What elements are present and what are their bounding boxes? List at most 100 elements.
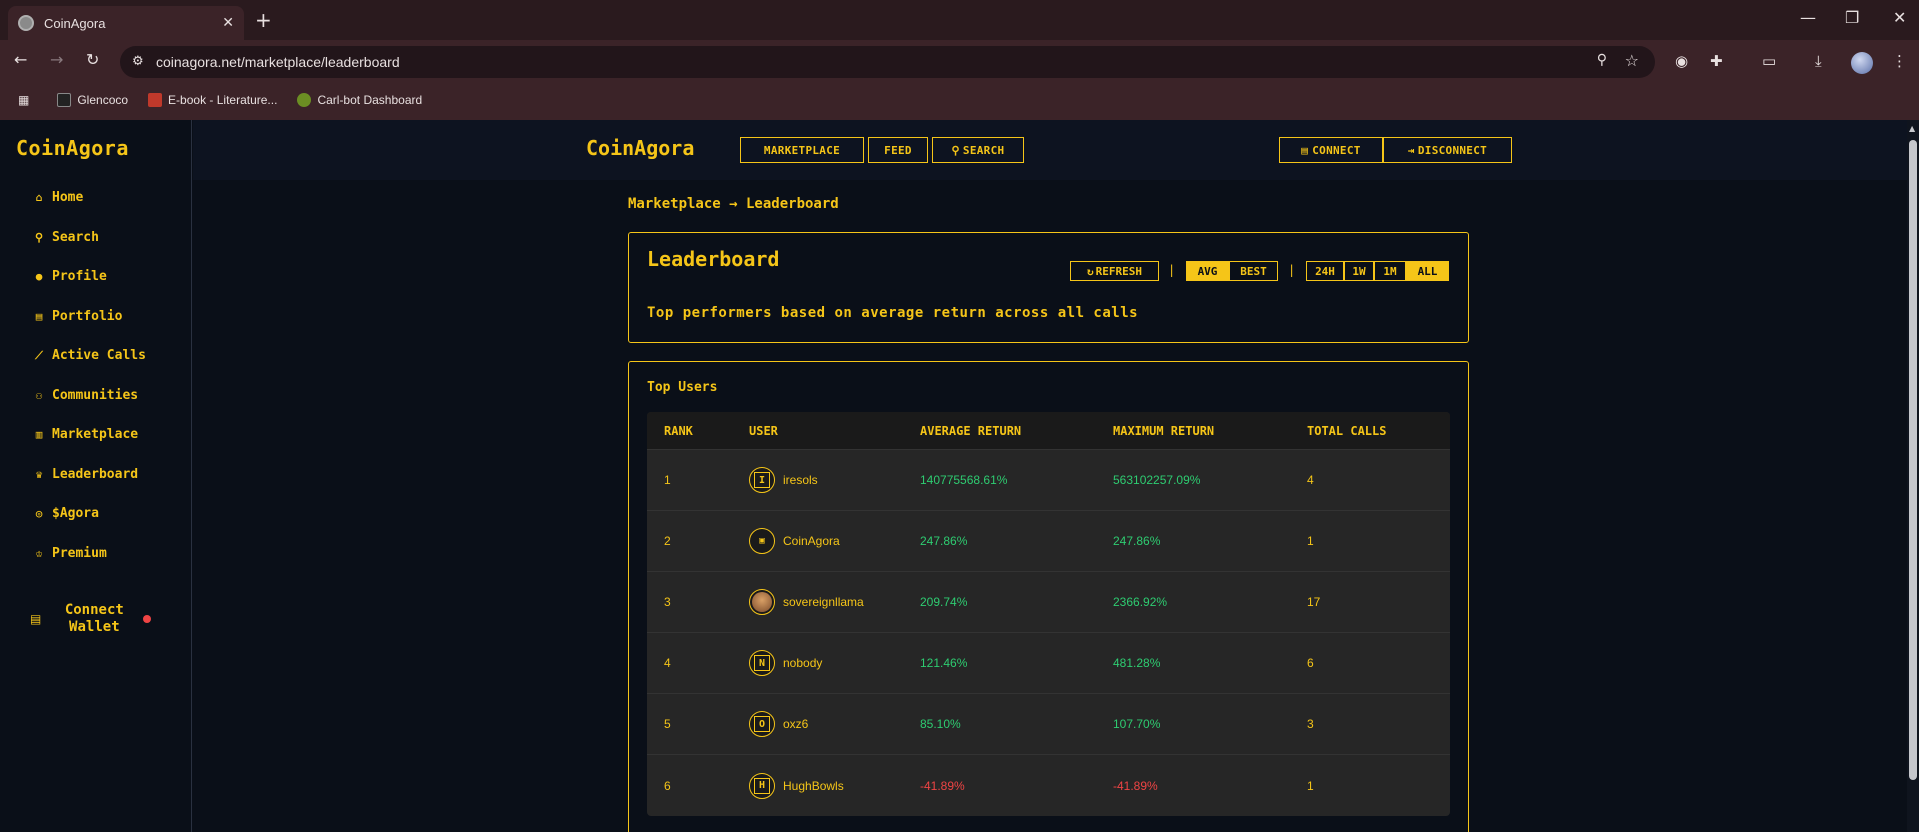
apps-icon[interactable]: ▦ bbox=[18, 93, 29, 107]
username[interactable]: iresols bbox=[783, 473, 818, 487]
sidebar-item-leaderboard[interactable]: ♛ Leaderboard bbox=[30, 455, 146, 495]
time-1m-button[interactable]: 1M bbox=[1374, 261, 1406, 281]
page-scrollbar[interactable]: ▲ bbox=[1907, 120, 1919, 832]
column-header[interactable]: USER bbox=[749, 424, 778, 438]
g-icon bbox=[57, 93, 72, 107]
user-cell[interactable]: Ooxz6 bbox=[749, 711, 808, 737]
rank-cell: 6 bbox=[664, 778, 671, 793]
top-brand[interactable]: CoinAgora bbox=[586, 136, 694, 160]
coins-icon: ◎ bbox=[35, 507, 43, 521]
close-tab-icon[interactable]: ✕ bbox=[222, 15, 234, 31]
search-button[interactable]: ⚲ SEARCH bbox=[932, 137, 1024, 163]
sidebar-item-profile[interactable]: ● Profile bbox=[30, 257, 146, 297]
sidebar-item-home[interactable]: ⌂ Home bbox=[30, 178, 146, 218]
sidebar-item-label: Active Calls bbox=[52, 348, 146, 364]
sidebar-item-label: Portfolio bbox=[52, 308, 123, 324]
sidebar-item-marketplace[interactable]: ▥ Marketplace bbox=[30, 415, 146, 455]
column-header[interactable]: MAXIMUM RETURN bbox=[1113, 424, 1214, 438]
bookmark-glencoco[interactable]: Glencoco bbox=[57, 93, 128, 107]
browser-tab[interactable]: CoinAgora ✕ bbox=[8, 6, 244, 40]
download-icon[interactable]: ⤓ bbox=[1815, 52, 1822, 70]
browser-chrome: CoinAgora ✕ + — ❐ ✕ ← → ↻ ⚙ coinagora.ne… bbox=[0, 0, 1919, 120]
scroll-up-icon[interactable]: ▲ bbox=[1909, 124, 1915, 133]
sidebar-brand[interactable]: CoinAgora bbox=[16, 136, 129, 160]
sidebar-item-portfolio[interactable]: ▤ Portfolio bbox=[30, 297, 146, 337]
search-icon: ⚲ bbox=[951, 143, 960, 157]
metric-avg-button[interactable]: AVG bbox=[1186, 261, 1229, 281]
close-window-icon[interactable]: ✕ bbox=[1893, 8, 1906, 27]
avatar: O bbox=[749, 711, 775, 737]
sidebar-item-communities[interactable]: ⚇ Communities bbox=[30, 376, 146, 416]
table-row[interactable]: 1 Iiresols 140775568.61% 563102257.09% 4 bbox=[647, 450, 1450, 511]
breadcrumb[interactable]: Marketplace → Leaderboard bbox=[628, 196, 839, 212]
table-row[interactable]: 3 sovereignllama 209.74% 2366.92% 17 bbox=[647, 572, 1450, 633]
avatar bbox=[749, 589, 775, 615]
tab-title: CoinAgora bbox=[44, 15, 106, 31]
top-navbar: CoinAgora MARKETPLACE FEED ⚲ SEARCH ▤ CONN… bbox=[193, 120, 1907, 180]
connect-wallet-button[interactable]: ▤ Connect Wallet bbox=[30, 602, 170, 636]
sidebar-item-agora[interactable]: ◎ $Agora bbox=[30, 494, 146, 534]
trophy-icon: ♛ bbox=[35, 467, 43, 481]
bookmark-star-icon[interactable]: ☆ bbox=[1625, 51, 1639, 70]
username[interactable]: HughBowls bbox=[783, 779, 844, 793]
marketplace-button[interactable]: MARKETPLACE bbox=[740, 137, 864, 163]
average-return-cell: 140775568.61% bbox=[920, 473, 1008, 487]
user-cell[interactable]: ▣ CoinAgora bbox=[749, 528, 840, 554]
username[interactable]: oxz6 bbox=[783, 717, 808, 731]
back-icon[interactable]: ← bbox=[14, 50, 27, 69]
column-header[interactable]: AVERAGE RETURN bbox=[920, 424, 1021, 438]
username[interactable]: nobody bbox=[783, 656, 822, 670]
maximum-return-cell: 481.28% bbox=[1113, 656, 1161, 670]
feed-button[interactable]: FEED bbox=[868, 137, 928, 163]
sidebar-item-premium[interactable]: ♔ Premium bbox=[30, 534, 146, 574]
restore-icon[interactable]: ❐ bbox=[1845, 8, 1859, 27]
sidebar-item-label: Profile bbox=[52, 269, 107, 285]
disconnect-button[interactable]: ⇥ DISCONNECT bbox=[1383, 137, 1512, 163]
chart-line-icon: ⟋ bbox=[35, 348, 43, 362]
metric-best-button[interactable]: BEST bbox=[1229, 261, 1278, 281]
user-cell[interactable]: Nnobody bbox=[749, 650, 822, 676]
refresh-button[interactable]: ↻ REFRESH bbox=[1070, 261, 1159, 281]
site-info-icon[interactable]: ⚙ bbox=[132, 54, 144, 69]
media-icon[interactable]: ▭ bbox=[1762, 52, 1776, 70]
time-all-button[interactable]: ALL bbox=[1406, 261, 1449, 281]
average-return-cell: 121.46% bbox=[920, 656, 968, 670]
bookmark-label: Carl-bot Dashboard bbox=[317, 93, 423, 107]
sidebar-item-active-calls[interactable]: ⟋ Active Calls bbox=[30, 336, 146, 376]
reload-icon[interactable]: ↻ bbox=[86, 50, 99, 69]
minimize-icon[interactable]: — bbox=[1800, 8, 1816, 27]
user-cell[interactable]: H HughBowls bbox=[749, 772, 844, 799]
table-row[interactable]: 5 Ooxz6 85.10% 107.70% 3 bbox=[647, 694, 1450, 755]
bookmark-carlbot[interactable]: Carl-bot Dashboard bbox=[297, 93, 422, 107]
user-cell[interactable]: sovereignllama bbox=[749, 589, 864, 615]
scrollbar-thumb[interactable] bbox=[1909, 140, 1917, 780]
username[interactable]: sovereignllama bbox=[783, 595, 864, 609]
bookmark-ebook[interactable]: E-book - Literature... bbox=[148, 93, 277, 107]
column-header[interactable]: TOTAL CALLS bbox=[1307, 424, 1386, 438]
avatar-letter: O bbox=[754, 716, 770, 732]
sidebar-item-search[interactable]: ⚲ Search bbox=[30, 218, 146, 258]
leaderboard-description: Top performers based on average return a… bbox=[647, 305, 1139, 321]
globe-icon bbox=[18, 15, 34, 31]
time-24h-button[interactable]: 24H bbox=[1306, 261, 1344, 281]
profile-avatar[interactable] bbox=[1851, 52, 1873, 74]
connect-button[interactable]: ▤ CONNECT bbox=[1279, 137, 1383, 163]
user-cell[interactable]: Iiresols bbox=[749, 467, 818, 493]
menu-icon[interactable]: ⋮ bbox=[1892, 52, 1907, 70]
username[interactable]: CoinAgora bbox=[783, 534, 840, 548]
extension-icon[interactable]: ◉ bbox=[1675, 52, 1688, 70]
bookmark-label: Glencoco bbox=[77, 93, 129, 107]
puzzle-icon[interactable]: ✚ bbox=[1710, 52, 1723, 70]
forward-icon[interactable]: → bbox=[50, 50, 63, 69]
zoom-icon[interactable]: ⚲ bbox=[1597, 52, 1607, 68]
new-tab-icon[interactable]: + bbox=[255, 8, 272, 32]
table-row[interactable]: 2 ▣ CoinAgora 247.86% 247.86% 1 bbox=[647, 511, 1450, 572]
connect-wallet-label: Connect Wallet bbox=[64, 602, 124, 635]
total-calls-cell: 1 bbox=[1307, 534, 1314, 548]
address-bar[interactable]: ⚙ coinagora.net/marketplace/leaderboard … bbox=[120, 46, 1655, 78]
column-header[interactable]: RANK bbox=[664, 424, 693, 438]
top-users-card: Top Users RANK USER AVERAGE RETURN MAXIM… bbox=[628, 361, 1469, 832]
table-row[interactable]: 4 Nnobody 121.46% 481.28% 6 bbox=[647, 633, 1450, 694]
time-1w-button[interactable]: 1W bbox=[1344, 261, 1374, 281]
table-row[interactable]: 6 H HughBowls -41.89% -41.89% 1 bbox=[647, 755, 1450, 816]
